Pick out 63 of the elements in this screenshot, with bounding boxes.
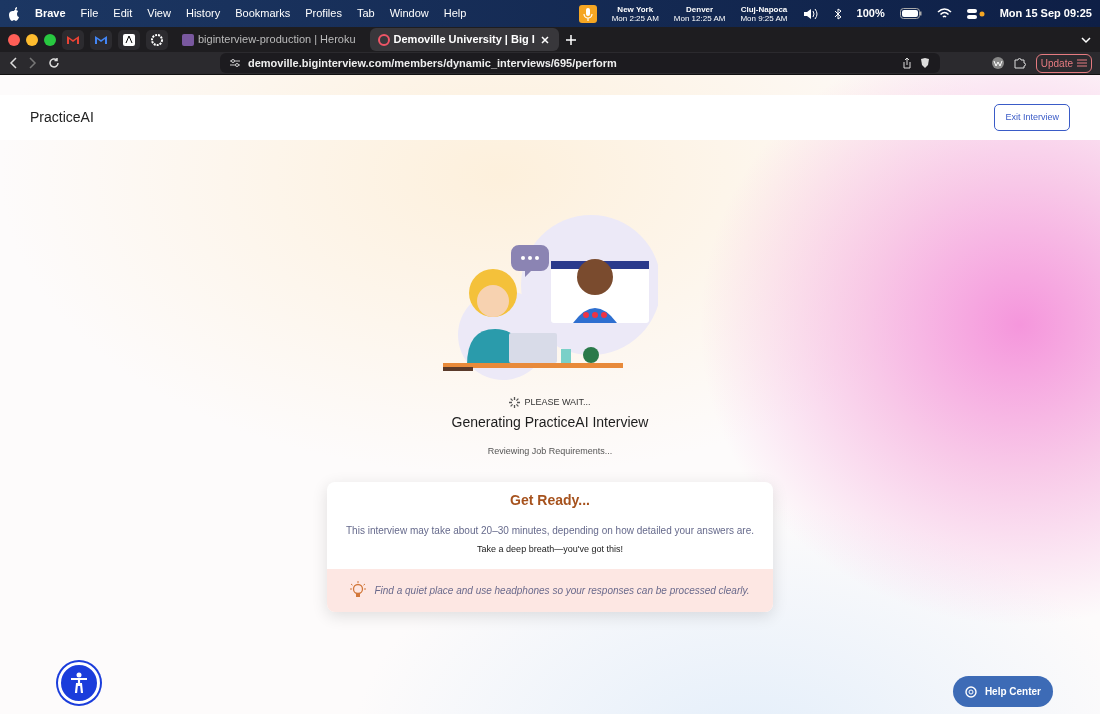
reload-icon[interactable] <box>48 57 60 69</box>
progress-status: Reviewing Job Requirements... <box>487 444 613 458</box>
clock-city: Cluj-Napoca <box>740 4 788 14</box>
encouragement-text: Take a deep breath—you've got this! <box>476 543 624 556</box>
loading-spinner-icon <box>509 397 521 409</box>
menu-item[interactable]: Profiles <box>305 5 342 22</box>
address-bar[interactable]: demoville.biginterview.com/members/dynamic_interviews/695/perform <box>220 53 940 73</box>
help-center-icon <box>964 685 977 698</box>
browser-tab[interactable]: Demoville University | Big I <box>369 28 559 51</box>
window-control[interactable] <box>8 33 20 46</box>
apple-icon[interactable] <box>8 6 20 21</box>
menu-item[interactable]: Tab <box>356 5 375 22</box>
accessibility-button[interactable] <box>58 662 100 704</box>
new-tab-icon[interactable] <box>564 33 577 46</box>
browser-tab[interactable]: biginterview-production | Heroku <box>174 28 364 51</box>
menu-item[interactable]: Edit <box>113 5 133 22</box>
extension-w-icon[interactable] <box>991 57 1004 69</box>
close-icon[interactable] <box>538 33 551 46</box>
window-control[interactable] <box>44 33 56 46</box>
battery-percent: 100% <box>856 6 885 22</box>
update-button[interactable]: Update <box>1035 53 1092 73</box>
accessibility-person-icon <box>70 672 88 694</box>
pinned-tab[interactable] <box>146 29 168 50</box>
help-center-button[interactable]: Help Center <box>952 676 1053 707</box>
menu-item[interactable]: View <box>147 5 171 22</box>
forward-icon[interactable] <box>28 57 38 69</box>
clock-time: Mon 2:25 AM <box>611 13 659 23</box>
microphone-icon[interactable] <box>578 4 597 23</box>
menu-bar-clock: Mon 15 Sep 09:25 <box>999 6 1092 22</box>
site-icon <box>377 33 390 46</box>
status-label: PLEASE WAIT... <box>524 396 591 409</box>
app-icon <box>121 31 137 48</box>
speaker-icon[interactable] <box>802 7 819 20</box>
page-heading: Generating PracticeAI Interview <box>451 412 649 432</box>
window-control[interactable] <box>26 33 38 46</box>
clock-time: Mon 12:25 AM <box>673 13 726 23</box>
clock-city: New York <box>616 4 655 14</box>
share-icon[interactable] <box>902 57 912 69</box>
menu-item[interactable]: Window <box>389 5 429 22</box>
brand-name: PracticeAI <box>30 108 94 127</box>
pinned-tab[interactable] <box>118 29 140 50</box>
url-text: demoville.biginterview.com/members/dynamic_interviews/695/perform <box>248 55 618 71</box>
battery-icon[interactable] <box>899 8 922 19</box>
menu-icon <box>1077 59 1087 67</box>
menu-item[interactable]: Brave <box>35 5 66 22</box>
exit-interview-button[interactable]: Exit Interview <box>994 103 1070 132</box>
clock-city: Denver <box>685 4 715 14</box>
wifi-icon[interactable] <box>936 8 952 19</box>
site-icon <box>182 33 194 46</box>
menu-item[interactable]: File <box>80 5 99 22</box>
shield-icon[interactable] <box>920 57 930 69</box>
lightbulb-icon <box>350 581 367 599</box>
card-title: Get Ready... <box>509 491 591 510</box>
menu-item[interactable]: Help <box>443 5 467 22</box>
clock-time: Mon 9:25 AM <box>740 13 788 23</box>
back-icon[interactable] <box>8 57 18 69</box>
bluetooth-icon[interactable] <box>833 7 842 20</box>
control-center-icon[interactable] <box>966 7 985 20</box>
tip-text: Find a quiet place and use headphones so your responses can be processed clearly. <box>374 583 750 598</box>
menu-item[interactable]: Bookmarks <box>235 5 291 22</box>
site-settings-icon <box>230 58 240 68</box>
card-description: This interview may take about 20–30 minutes, depending on how detailed your answers are. <box>345 524 755 538</box>
menu-item[interactable]: History <box>185 5 221 22</box>
